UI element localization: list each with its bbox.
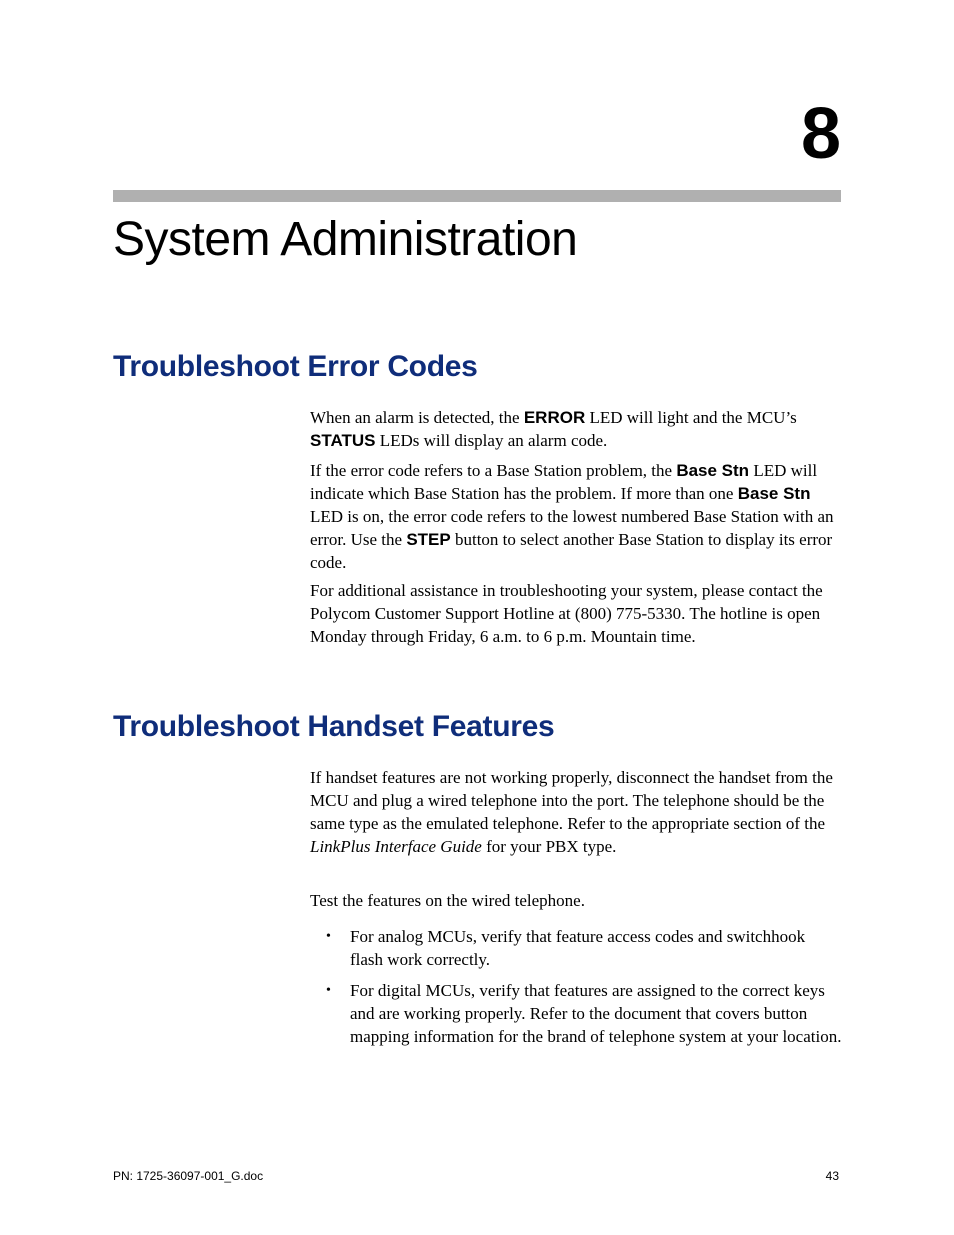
list-item-text: For digital MCUs, verify that features a… xyxy=(350,980,842,1049)
list-item: • For analog MCUs, verify that feature a… xyxy=(310,926,842,972)
paragraph: If handset features are not working prop… xyxy=(310,767,842,859)
footer-part-number: PN: 1725-36097-001_G.doc xyxy=(113,1169,263,1183)
list-item: • For digital MCUs, verify that features… xyxy=(310,980,842,1049)
footer-page-number: 43 xyxy=(826,1169,839,1183)
paragraph: Test the features on the wired telephone… xyxy=(310,890,842,913)
paragraph: When an alarm is detected, the ERROR LED… xyxy=(310,407,842,453)
bullet-icon: • xyxy=(326,928,331,947)
chapter-title: System Administration xyxy=(113,212,577,267)
page: 8 System Administration Troubleshoot Err… xyxy=(0,0,954,1235)
bullet-icon: • xyxy=(326,982,331,1001)
paragraph: If the error code refers to a Base Stati… xyxy=(310,460,842,575)
chapter-rule xyxy=(113,190,841,202)
chapter-number: 8 xyxy=(801,98,839,170)
section-heading-handset-features: Troubleshoot Handset Features xyxy=(113,710,554,744)
section-heading-error-codes: Troubleshoot Error Codes xyxy=(113,350,478,384)
paragraph: For additional assistance in troubleshoo… xyxy=(310,580,842,649)
list-item-text: For analog MCUs, verify that feature acc… xyxy=(350,926,842,972)
